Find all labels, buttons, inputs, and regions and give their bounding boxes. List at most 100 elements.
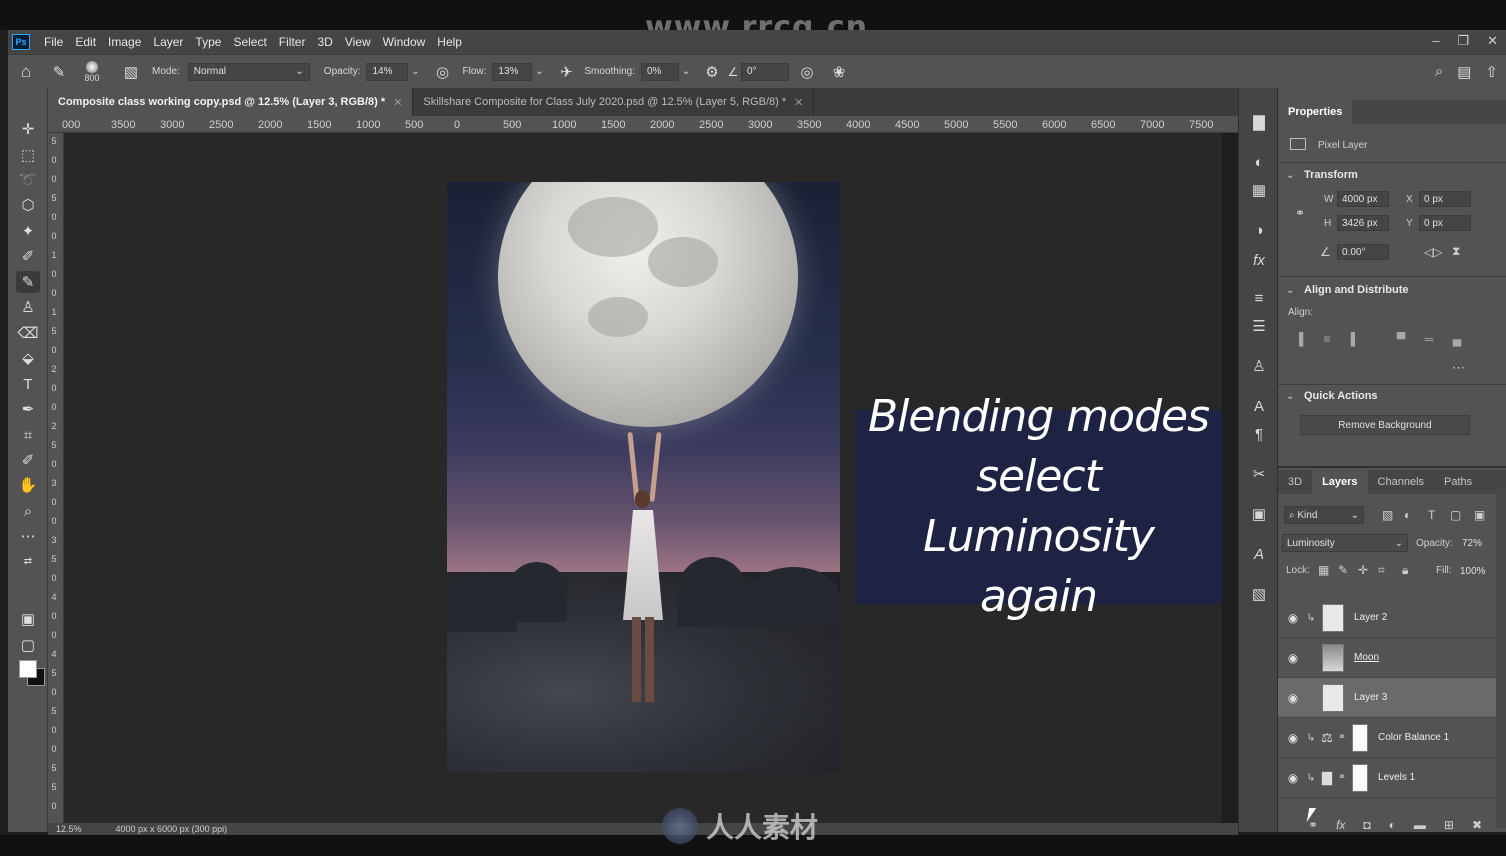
- lock-position-icon[interactable]: ✛: [1358, 563, 1368, 577]
- menu-type[interactable]: Type: [189, 35, 227, 49]
- filter-pixel-icon[interactable]: ▧: [1382, 508, 1393, 522]
- align-right-icon[interactable]: ▌: [1348, 332, 1362, 346]
- link-icon[interactable]: ⚭: [1295, 206, 1305, 220]
- rotation-field[interactable]: 0.00°: [1337, 244, 1389, 260]
- angle-field[interactable]: 0°: [740, 62, 789, 81]
- airbrush-icon[interactable]: ✈: [552, 63, 580, 81]
- menu-filter[interactable]: Filter: [273, 35, 312, 49]
- height-field[interactable]: 3426 px: [1337, 215, 1389, 231]
- tab-properties[interactable]: Properties: [1278, 100, 1353, 124]
- align-left-icon[interactable]: ▐: [1292, 332, 1306, 346]
- chevron-down-icon[interactable]: ⌄: [1286, 170, 1294, 181]
- type-tool-icon[interactable]: T: [16, 373, 40, 395]
- swatches-icon[interactable]: ▦: [1249, 180, 1269, 200]
- lock-pixels-icon[interactable]: ✎: [1338, 563, 1348, 577]
- new-group-icon[interactable]: ▬: [1414, 818, 1426, 832]
- new-layer-icon[interactable]: ⊞: [1444, 818, 1454, 832]
- more-options-icon[interactable]: ⋯: [1452, 360, 1465, 376]
- filter-type-icon[interactable]: T: [1428, 508, 1435, 522]
- width-field[interactable]: 4000 px: [1337, 191, 1389, 207]
- paragraph-icon[interactable]: ¶: [1249, 424, 1269, 444]
- balance-icon[interactable]: ⚖: [1318, 730, 1336, 746]
- layer-name[interactable]: Layer 3: [1354, 692, 1387, 703]
- layer-name[interactable]: Layer 2: [1354, 612, 1387, 623]
- tab-3d[interactable]: 3D: [1278, 470, 1312, 494]
- brush-tool-icon[interactable]: ✎: [44, 63, 74, 81]
- close-icon[interactable]: ✕: [1487, 33, 1498, 49]
- document-canvas[interactable]: [447, 182, 840, 772]
- blend-mode-select[interactable]: Luminosity ⌄: [1282, 534, 1408, 552]
- align-top-icon[interactable]: ▀: [1394, 332, 1408, 346]
- quick-actions-title[interactable]: Quick Actions: [1304, 390, 1378, 402]
- eye-icon[interactable]: ◉: [1282, 651, 1304, 665]
- layer-row[interactable]: ◉ ↳ ⚖ ⚭ Color Balance 1: [1278, 718, 1496, 758]
- screen-mode-icon[interactable]: ▢: [16, 634, 40, 656]
- hand-tool-icon[interactable]: ✋: [16, 474, 40, 496]
- smoothing-field[interactable]: 0%: [640, 62, 679, 81]
- document-info[interactable]: 4000 px x 6000 px (300 ppi): [116, 824, 228, 834]
- layer-thumbnail[interactable]: [1322, 603, 1344, 632]
- close-icon[interactable]: ✕: [794, 96, 803, 109]
- fill-field[interactable]: 100%: [1456, 562, 1494, 580]
- paint-bucket-icon[interactable]: ⬙: [16, 347, 40, 369]
- color-sampler-icon[interactable]: ✐: [16, 449, 40, 471]
- magic-wand-icon[interactable]: ✦: [16, 220, 40, 242]
- add-mask-icon[interactable]: ◘: [1363, 818, 1370, 832]
- stamp-tool-icon[interactable]: ♙: [16, 296, 40, 318]
- menu-file[interactable]: File: [38, 35, 69, 49]
- new-adjustment-icon[interactable]: ◐: [1389, 818, 1396, 832]
- menu-layer[interactable]: Layer: [147, 35, 189, 49]
- libraries-icon[interactable]: ▣: [1249, 504, 1269, 524]
- quick-mask-icon[interactable]: ▣: [16, 608, 40, 630]
- layer-name[interactable]: Color Balance 1: [1378, 732, 1449, 743]
- menu-3d[interactable]: 3D: [311, 35, 338, 49]
- properties-sliders-icon[interactable]: ☰: [1249, 316, 1269, 336]
- character-icon[interactable]: A: [1249, 396, 1269, 416]
- restore-icon[interactable]: ❐: [1457, 33, 1469, 49]
- lasso-tool-icon[interactable]: ➰: [16, 169, 40, 191]
- clone-source-icon[interactable]: ♙: [1249, 356, 1269, 376]
- menu-help[interactable]: Help: [431, 35, 468, 49]
- menu-edit[interactable]: Edit: [69, 35, 102, 49]
- close-icon[interactable]: ✕: [393, 96, 402, 109]
- foreground-color-swatch[interactable]: [19, 660, 37, 678]
- remove-background-button[interactable]: Remove Background: [1300, 415, 1470, 435]
- brush-tool-icon[interactable]: ✎: [16, 271, 40, 293]
- filter-smart-object-icon[interactable]: ▣: [1474, 508, 1485, 522]
- workspace-icon[interactable]: ▤: [1457, 63, 1471, 81]
- layer-opacity-field[interactable]: 72%: [1458, 534, 1494, 552]
- pen-tool-icon[interactable]: ✒: [16, 398, 40, 420]
- adjustments-icon[interactable]: ◑: [1249, 220, 1269, 240]
- chevron-down-icon[interactable]: ⌄: [1286, 391, 1294, 402]
- brush-settings-icon[interactable]: ≡: [1249, 288, 1269, 308]
- tools-icon[interactable]: ✂: [1249, 464, 1269, 484]
- flow-field[interactable]: 13%: [492, 62, 533, 81]
- menu-window[interactable]: Window: [377, 35, 432, 49]
- opacity-field[interactable]: 14%: [366, 62, 409, 81]
- glyphs-icon[interactable]: A: [1249, 544, 1269, 564]
- align-section-title[interactable]: Align and Distribute: [1304, 284, 1409, 296]
- color-icon[interactable]: ◐: [1249, 152, 1269, 172]
- gear-icon[interactable]: ⚙: [699, 63, 725, 81]
- chevron-down-icon[interactable]: ⌄: [1286, 285, 1294, 296]
- eye-icon[interactable]: ◉: [1282, 691, 1304, 705]
- layer-mask-thumbnail[interactable]: [1352, 723, 1368, 752]
- chevron-down-icon[interactable]: ⌄: [532, 66, 546, 77]
- pressure-opacity-icon[interactable]: ◎: [428, 63, 456, 81]
- eye-icon[interactable]: ◉: [1282, 731, 1304, 745]
- layer-row[interactable]: ◉ ↳ ▇ ⚭ Levels 1: [1278, 758, 1496, 798]
- histogram-icon[interactable]: ▇: [1249, 112, 1269, 132]
- object-selection-tool-icon[interactable]: ⬡: [16, 194, 40, 216]
- align-bottom-icon[interactable]: ▄: [1450, 332, 1464, 346]
- marquee-tool-icon[interactable]: ⬚: [16, 144, 40, 166]
- lock-artboard-icon[interactable]: ⌗: [1378, 563, 1385, 578]
- brush-preset-picker[interactable]: 800: [74, 60, 110, 83]
- share-icon[interactable]: ⇧: [1485, 63, 1498, 81]
- styles-icon[interactable]: fx: [1249, 250, 1269, 270]
- canvas-area[interactable]: Blending modes select Luminosity again: [64, 133, 1222, 823]
- flip-vertical-icon[interactable]: ⧗: [1452, 244, 1460, 259]
- layer-filter-kind[interactable]: ⌕ Kind ⌄: [1284, 506, 1364, 524]
- eraser-tool-icon[interactable]: ⌫: [16, 322, 40, 344]
- move-tool-icon[interactable]: ✛: [16, 118, 40, 140]
- tab-layers[interactable]: Layers: [1312, 470, 1368, 494]
